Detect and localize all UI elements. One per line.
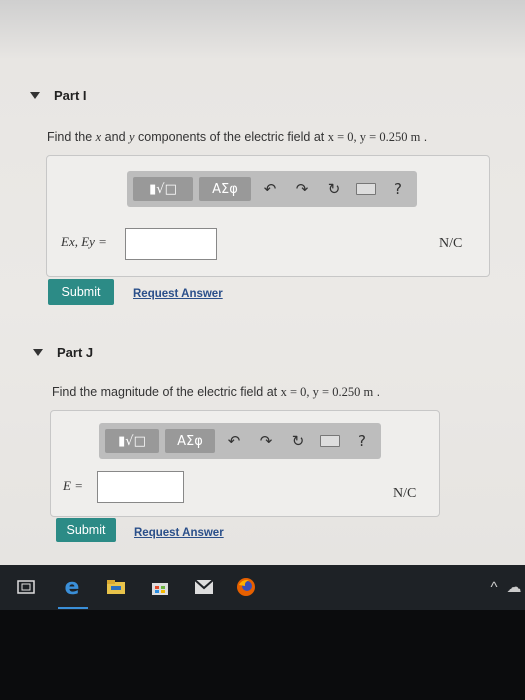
active-app-indicator xyxy=(58,607,88,609)
matrix-sqrt-button[interactable]: ▮√□ xyxy=(105,429,159,453)
part-i-submit-button[interactable]: Submit xyxy=(48,279,114,305)
help-button[interactable]: ? xyxy=(385,177,411,201)
part-j-field-label: E = xyxy=(63,478,83,493)
collapse-triangle-icon[interactable] xyxy=(30,92,40,99)
browser-content: Part I Find the x and y components of th… xyxy=(0,0,525,565)
chevron-up-icon[interactable]: ^ xyxy=(484,577,504,597)
reset-icon[interactable]: ↻ xyxy=(285,429,311,453)
part-i-unit: N/C xyxy=(439,236,463,251)
windows-taskbar: e ^ ☁ xyxy=(0,565,525,610)
part-j-unit: N/C xyxy=(393,486,417,501)
part-i-request-answer-link[interactable]: Request Answer xyxy=(133,288,223,300)
file-explorer-icon[interactable] xyxy=(106,577,126,597)
keyboard-icon[interactable] xyxy=(317,429,343,453)
matrix-sqrt-button[interactable]: ▮√□ xyxy=(133,177,193,201)
part-j-title: Part J xyxy=(57,345,94,360)
edge-icon[interactable]: e xyxy=(62,575,82,600)
cloud-icon[interactable]: ☁ xyxy=(504,577,524,597)
question-period: . xyxy=(373,385,381,399)
question-text: components of the electric field at xyxy=(134,130,328,144)
mail-icon[interactable] xyxy=(194,577,214,597)
part-i-question: Find the x and y components of the elect… xyxy=(47,130,427,145)
part-i-math-toolbar: ▮√□ ΑΣφ ↶ ↷ ↻ ? xyxy=(127,171,417,207)
keyboard-icon[interactable] xyxy=(353,177,379,201)
part-j-question: Find the magnitude of the electric field… xyxy=(52,385,380,400)
part-i-field-label: Ex, Ey = xyxy=(61,234,107,249)
redo-icon[interactable]: ↷ xyxy=(289,177,315,201)
store-icon[interactable] xyxy=(150,577,170,597)
reset-icon[interactable]: ↻ xyxy=(321,177,347,201)
firefox-icon[interactable] xyxy=(236,577,256,597)
question-text: Find the magnitude of the electric field… xyxy=(52,385,281,399)
part-i-answer-input[interactable] xyxy=(125,228,217,260)
part-i-title: Part I xyxy=(54,88,87,103)
greek-symbols-button[interactable]: ΑΣφ xyxy=(165,429,215,453)
part-j-request-answer-link[interactable]: Request Answer xyxy=(134,527,224,539)
task-view-icon[interactable] xyxy=(16,577,36,597)
question-text: and xyxy=(101,130,130,144)
part-j-submit-button[interactable]: Submit xyxy=(56,518,116,542)
greek-symbols-button[interactable]: ΑΣφ xyxy=(199,177,251,201)
part-j-answer-box: ▮√□ ΑΣφ ↶ ↷ ↻ ? E = N/C xyxy=(50,410,440,517)
question-period: . xyxy=(420,130,428,144)
part-i-answer-box: ▮√□ ΑΣφ ↶ ↷ ↻ ? Ex, Ey = N/C xyxy=(46,155,490,277)
undo-icon[interactable]: ↶ xyxy=(221,429,247,453)
question-condition: x = 0, y = 0.250 m xyxy=(280,385,374,399)
part-j-math-toolbar: ▮√□ ΑΣφ ↶ ↷ ↻ ? xyxy=(99,423,381,459)
monitor-bezel xyxy=(0,610,525,700)
part-i-header[interactable]: Part I xyxy=(30,88,87,103)
question-text: Find the xyxy=(47,130,96,144)
undo-icon[interactable]: ↶ xyxy=(257,177,283,201)
part-j-answer-input[interactable] xyxy=(97,471,184,503)
question-condition: x = 0, y = 0.250 m xyxy=(327,130,421,144)
help-button[interactable]: ? xyxy=(349,429,375,453)
collapse-triangle-icon[interactable] xyxy=(33,349,43,356)
part-j-header[interactable]: Part J xyxy=(33,345,93,360)
redo-icon[interactable]: ↷ xyxy=(253,429,279,453)
